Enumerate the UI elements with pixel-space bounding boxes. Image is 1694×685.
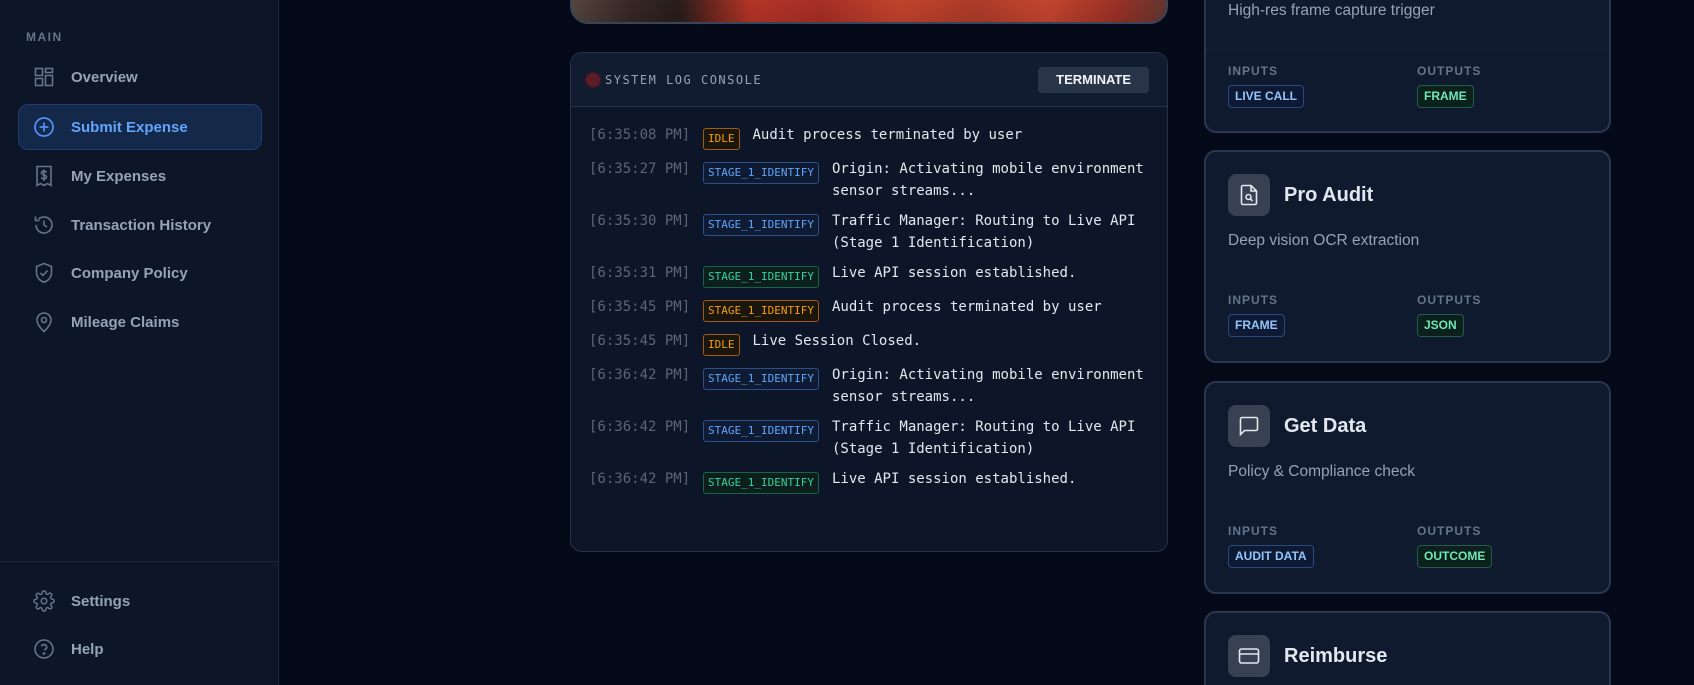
gear-icon xyxy=(33,590,55,612)
inputs-label: INPUTS xyxy=(1228,524,1279,538)
sidebar-item-help[interactable]: Help xyxy=(18,626,262,672)
input-badge: AUDIT DATA xyxy=(1228,545,1314,568)
card-description: High-res frame capture trigger xyxy=(1228,2,1435,19)
sidebar-item-label: Submit Expense xyxy=(71,118,188,136)
output-badge: JSON xyxy=(1417,314,1464,337)
log-timestamp: [6:35:30 PM] xyxy=(589,213,691,229)
card-title: Pro Audit xyxy=(1284,184,1374,206)
log-stage-tag: STAGE_1_IDENTIFY xyxy=(703,420,819,442)
credit-card-icon xyxy=(1228,635,1270,677)
sidebar-item-label: Mileage Claims xyxy=(71,313,180,331)
log-message: Traffic Manager: Routing to Live API (St… xyxy=(831,213,1136,251)
sidebar-item-label: Settings xyxy=(71,592,131,610)
log-entry: [6:36:42 PM] STAGE_1_IDENTIFY Traffic Mana… xyxy=(589,417,1149,460)
output-badge: FRAME xyxy=(1417,85,1474,108)
console-header: SYSTEM LOG CONSOLE TERMINATE xyxy=(571,53,1167,107)
log-message: Live API session established. xyxy=(831,265,1077,281)
sidebar-item-company-policy[interactable]: Company Policy xyxy=(18,250,262,296)
card-title: Get Data xyxy=(1284,415,1367,437)
map-pin-icon xyxy=(33,311,55,333)
history-icon xyxy=(33,214,55,236)
log-message: Audit process terminated by user xyxy=(752,127,1023,143)
pipeline-card-pro-audit[interactable]: Pro Audit Deep vision OCR extraction INP… xyxy=(1204,150,1611,363)
shield-check-icon xyxy=(33,262,55,284)
log-entry: [6:36:42 PM] STAGE_1_IDENTIFY Live API ses… xyxy=(589,469,1149,494)
sidebar-divider xyxy=(0,561,279,562)
pipeline-card-reimburse[interactable]: Reimburse xyxy=(1204,611,1611,685)
log-message: Audit process terminated by user xyxy=(831,299,1102,315)
system-log-console: SYSTEM LOG CONSOLE TERMINATE [6:35:08 PM… xyxy=(570,52,1168,552)
log-stage-tag: STAGE_1_IDENTIFY xyxy=(703,472,819,494)
card-divider xyxy=(1206,49,1609,50)
sidebar: MAIN Overview Submit Expense My Expenses… xyxy=(0,0,279,685)
sidebar-item-label: Overview xyxy=(71,68,138,86)
console-title: SYSTEM LOG CONSOLE xyxy=(605,72,763,87)
camera-preview xyxy=(570,0,1168,24)
log-entry: [6:35:31 PM] STAGE_1_IDENTIFY Live API ses… xyxy=(589,263,1149,288)
log-timestamp: [6:35:31 PM] xyxy=(589,265,691,281)
log-message: Traffic Manager: Routing to Live API (St… xyxy=(831,419,1136,457)
log-message: Origin: Activating mobile environment se… xyxy=(831,161,1144,199)
log-entry: [6:35:45 PM] IDLE Live Session Closed. xyxy=(589,331,1149,356)
card-description: Deep vision OCR extraction xyxy=(1228,232,1420,249)
log-entry: [6:36:42 PM] STAGE_1_IDENTIFY Origin: Acti… xyxy=(589,365,1149,408)
log-entry: [6:35:45 PM] STAGE_1_IDENTIFY Audit proces… xyxy=(589,297,1149,322)
log-stage-tag: STAGE_1_IDENTIFY xyxy=(703,214,819,236)
log-stage-tag: STAGE_1_IDENTIFY xyxy=(703,300,819,322)
sidebar-item-settings[interactable]: Settings xyxy=(18,578,262,624)
log-message: Live Session Closed. xyxy=(752,333,922,349)
plus-circle-icon xyxy=(33,116,55,138)
input-badge: LIVE CALL xyxy=(1228,85,1304,108)
help-circle-icon xyxy=(33,638,55,660)
sidebar-item-label: My Expenses xyxy=(71,167,167,185)
log-timestamp: [6:36:42 PM] xyxy=(589,367,691,383)
log-stage-tag: STAGE_1_IDENTIFY xyxy=(703,368,819,390)
pipeline-card-get-data[interactable]: Get Data Policy & Compliance check INPUT… xyxy=(1204,381,1611,594)
outputs-label: OUTPUTS xyxy=(1417,64,1482,78)
card-title: Reimburse xyxy=(1284,645,1388,667)
sidebar-item-submit-expense[interactable]: Submit Expense xyxy=(18,104,262,150)
log-timestamp: [6:35:45 PM] xyxy=(589,333,691,349)
outputs-label: OUTPUTS xyxy=(1417,293,1482,307)
log-stage-tag: STAGE_1_IDENTIFY xyxy=(703,162,819,184)
log-message: Origin: Activating mobile environment se… xyxy=(831,367,1144,405)
log-stage-tag: STAGE_1_IDENTIFY xyxy=(703,266,819,288)
sidebar-item-label: Help xyxy=(71,640,104,658)
sidebar-item-label: Transaction History xyxy=(71,216,212,234)
pipeline-card-capture[interactable]: High-res frame capture trigger INPUTS OU… xyxy=(1204,0,1611,133)
inputs-label: INPUTS xyxy=(1228,293,1279,307)
document-search-icon xyxy=(1228,174,1270,216)
status-indicator xyxy=(585,71,601,88)
sidebar-item-my-expenses[interactable]: My Expenses xyxy=(18,153,262,199)
input-badge: FRAME xyxy=(1228,314,1285,337)
log-list: [6:35:08 PM] IDLE Audit process terminated… xyxy=(571,107,1167,494)
sidebar-item-transaction-history[interactable]: Transaction History xyxy=(18,202,262,248)
log-entry: [6:35:27 PM] STAGE_1_IDENTIFY Origin: Acti… xyxy=(589,159,1149,202)
terminate-button[interactable]: TERMINATE xyxy=(1038,66,1149,93)
log-entry: [6:35:30 PM] STAGE_1_IDENTIFY Traffic Mana… xyxy=(589,211,1149,254)
output-badge: OUTCOME xyxy=(1417,545,1493,568)
message-square-icon xyxy=(1228,405,1270,447)
log-stage-tag: IDLE xyxy=(703,128,740,150)
log-timestamp: [6:35:45 PM] xyxy=(589,299,691,315)
sidebar-section-label: MAIN xyxy=(26,30,63,44)
log-timestamp: [6:35:08 PM] xyxy=(589,127,691,143)
log-message: Live API session established. xyxy=(831,471,1077,487)
sidebar-item-mileage-claims[interactable]: Mileage Claims xyxy=(18,299,262,345)
log-timestamp: [6:36:42 PM] xyxy=(589,419,691,435)
log-timestamp: [6:35:27 PM] xyxy=(589,161,691,177)
grid-icon xyxy=(33,66,55,88)
sidebar-item-label: Company Policy xyxy=(71,264,188,282)
receipt-dollar-icon xyxy=(33,165,55,187)
inputs-label: INPUTS xyxy=(1228,64,1279,78)
outputs-label: OUTPUTS xyxy=(1417,524,1482,538)
sidebar-item-overview[interactable]: Overview xyxy=(18,54,262,100)
log-timestamp: [6:36:42 PM] xyxy=(589,471,691,487)
log-entry: [6:35:08 PM] IDLE Audit process terminated… xyxy=(589,125,1149,150)
card-description: Policy & Compliance check xyxy=(1228,463,1415,480)
log-stage-tag: IDLE xyxy=(703,334,740,356)
